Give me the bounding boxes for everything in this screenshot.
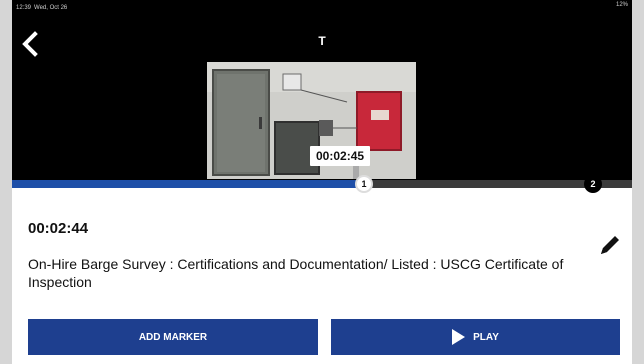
status-battery: 12% — [615, 2, 628, 8]
add-marker-button[interactable]: ADD MARKER — [28, 319, 318, 355]
timeline-progress — [12, 180, 366, 188]
timeline-marker-1[interactable]: 1 — [355, 175, 373, 193]
play-icon — [452, 329, 466, 345]
current-timecode: 00:02:45 — [310, 146, 371, 166]
timeline-scrubber[interactable] — [12, 180, 632, 188]
status-date: Wed, Oct 26 — [34, 5, 68, 11]
status-time: 12:39 — [16, 5, 32, 11]
timeline-marker-2[interactable]: 2 — [584, 175, 602, 193]
pencil-icon — [601, 236, 619, 254]
edit-marker-button[interactable] — [597, 232, 623, 258]
page-title: T — [318, 34, 326, 48]
marker-timestamp: 00:02:44 — [28, 220, 89, 237]
play-button[interactable]: PLAY — [331, 319, 620, 355]
status-bar: 12:39 Wed, Oct 26 — [16, 2, 67, 14]
add-marker-label: ADD MARKER — [138, 331, 208, 343]
marker-description: On-Hire Barge Survey : Certifications an… — [28, 256, 564, 290]
play-label: PLAY — [473, 331, 499, 343]
